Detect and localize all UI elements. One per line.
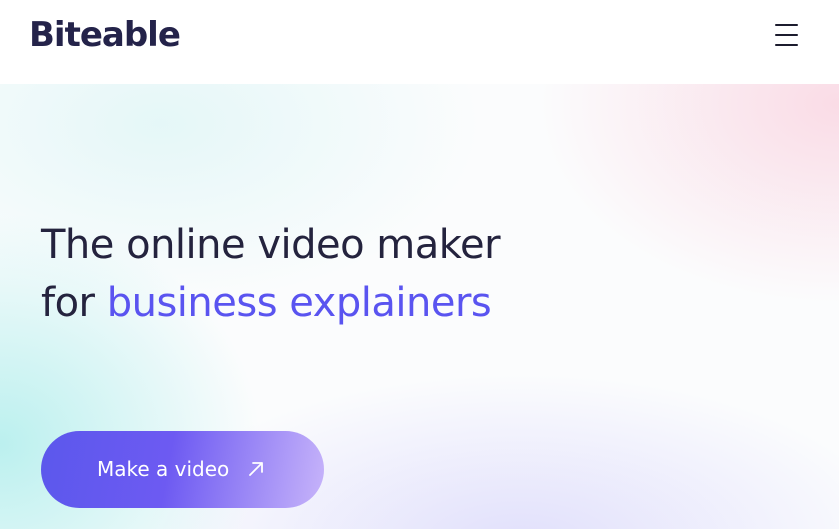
- hamburger-menu-icon[interactable]: [772, 22, 802, 50]
- menu-bar-bottom: [775, 44, 798, 46]
- menu-bar-top: [775, 24, 798, 26]
- make-a-video-button[interactable]: Make a video: [41, 431, 324, 508]
- headline-line-1: The online video maker: [41, 222, 501, 268]
- hero-section: The online video maker for business expl…: [0, 84, 839, 529]
- arrow-up-right-icon: [249, 462, 263, 476]
- hero-headline: The online video maker for business expl…: [41, 216, 501, 332]
- site-header: Biteable: [0, 0, 839, 84]
- menu-bar-middle: [775, 34, 798, 36]
- biteable-logo[interactable]: Biteable: [29, 13, 181, 57]
- headline-line-2: for business explainers: [41, 274, 500, 332]
- headline-prefix: for: [41, 280, 107, 326]
- headline-accent: business explainers: [106, 280, 492, 326]
- page: Biteable The online video maker for busi…: [0, 0, 839, 529]
- cta-label: Make a video: [97, 457, 230, 481]
